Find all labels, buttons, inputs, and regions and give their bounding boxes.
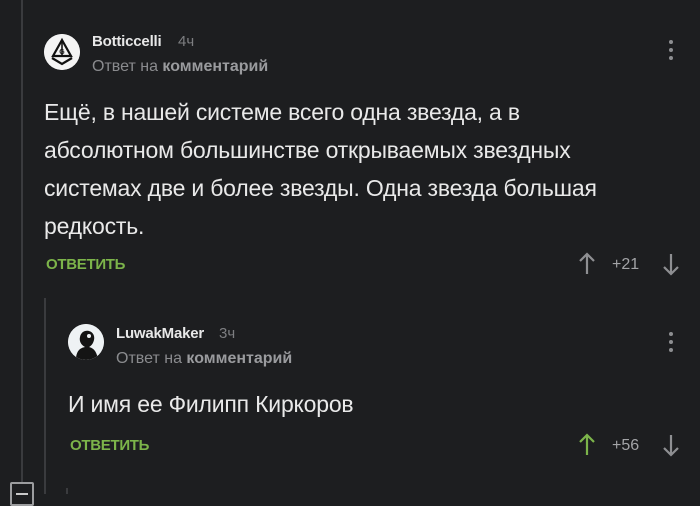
- comment-text: И имя ее Филипп Киркоров: [68, 385, 354, 423]
- svg-text:G: G: [59, 49, 65, 56]
- comment-text: Ещё, в нашей системе всего одна звезда, …: [44, 93, 597, 245]
- author-name[interactable]: LuwakMaker: [116, 325, 204, 342]
- mason-emblem-icon: G: [44, 34, 80, 70]
- reply-to-link[interactable]: комментарий: [186, 350, 292, 367]
- reply-to-line: Ответ на комментарий: [116, 350, 292, 368]
- comment-text-line: Ещё, в нашей системе всего одна звезда, …: [44, 99, 520, 125]
- comment-time: 4ч: [178, 33, 195, 50]
- avatar[interactable]: G: [44, 34, 80, 70]
- reply-to-prefix: Ответ на: [116, 350, 182, 367]
- reply-to-prefix: Ответ на: [92, 58, 158, 75]
- comment-text-line: системах две и более звезды. Одна звезда…: [44, 175, 597, 201]
- thread-line-child[interactable]: [66, 488, 68, 494]
- arrow-up-icon[interactable]: [578, 252, 596, 276]
- collapse-icon[interactable]: [10, 482, 34, 506]
- reply-to-line: Ответ на комментарий: [92, 58, 268, 76]
- arrow-down-icon[interactable]: [662, 433, 680, 457]
- arrow-down-icon[interactable]: [662, 252, 680, 276]
- thread-line-root[interactable]: [21, 0, 23, 482]
- reply-button[interactable]: ОТВЕТИТЬ: [46, 256, 125, 273]
- comment-text-line: абсолютном большинстве открываемых звезд…: [44, 137, 571, 163]
- rating-value: +56: [612, 437, 640, 454]
- more-icon[interactable]: [668, 332, 674, 356]
- comment-text-line: редкость.: [44, 213, 145, 239]
- reply-button[interactable]: ОТВЕТИТЬ: [70, 437, 149, 454]
- avatar[interactable]: [68, 324, 104, 360]
- reply-to-link[interactable]: комментарий: [162, 58, 268, 75]
- comment-time: 3ч: [219, 325, 236, 342]
- silhouette-icon: [68, 324, 104, 360]
- more-icon[interactable]: [668, 40, 674, 64]
- comment-text-line: И имя ее Филипп Киркоров: [68, 391, 354, 417]
- author-name[interactable]: Botticcelli: [92, 33, 162, 50]
- arrow-up-icon[interactable]: [578, 433, 596, 457]
- rating-value: +21: [612, 256, 640, 273]
- thread-line-nested[interactable]: [44, 298, 46, 494]
